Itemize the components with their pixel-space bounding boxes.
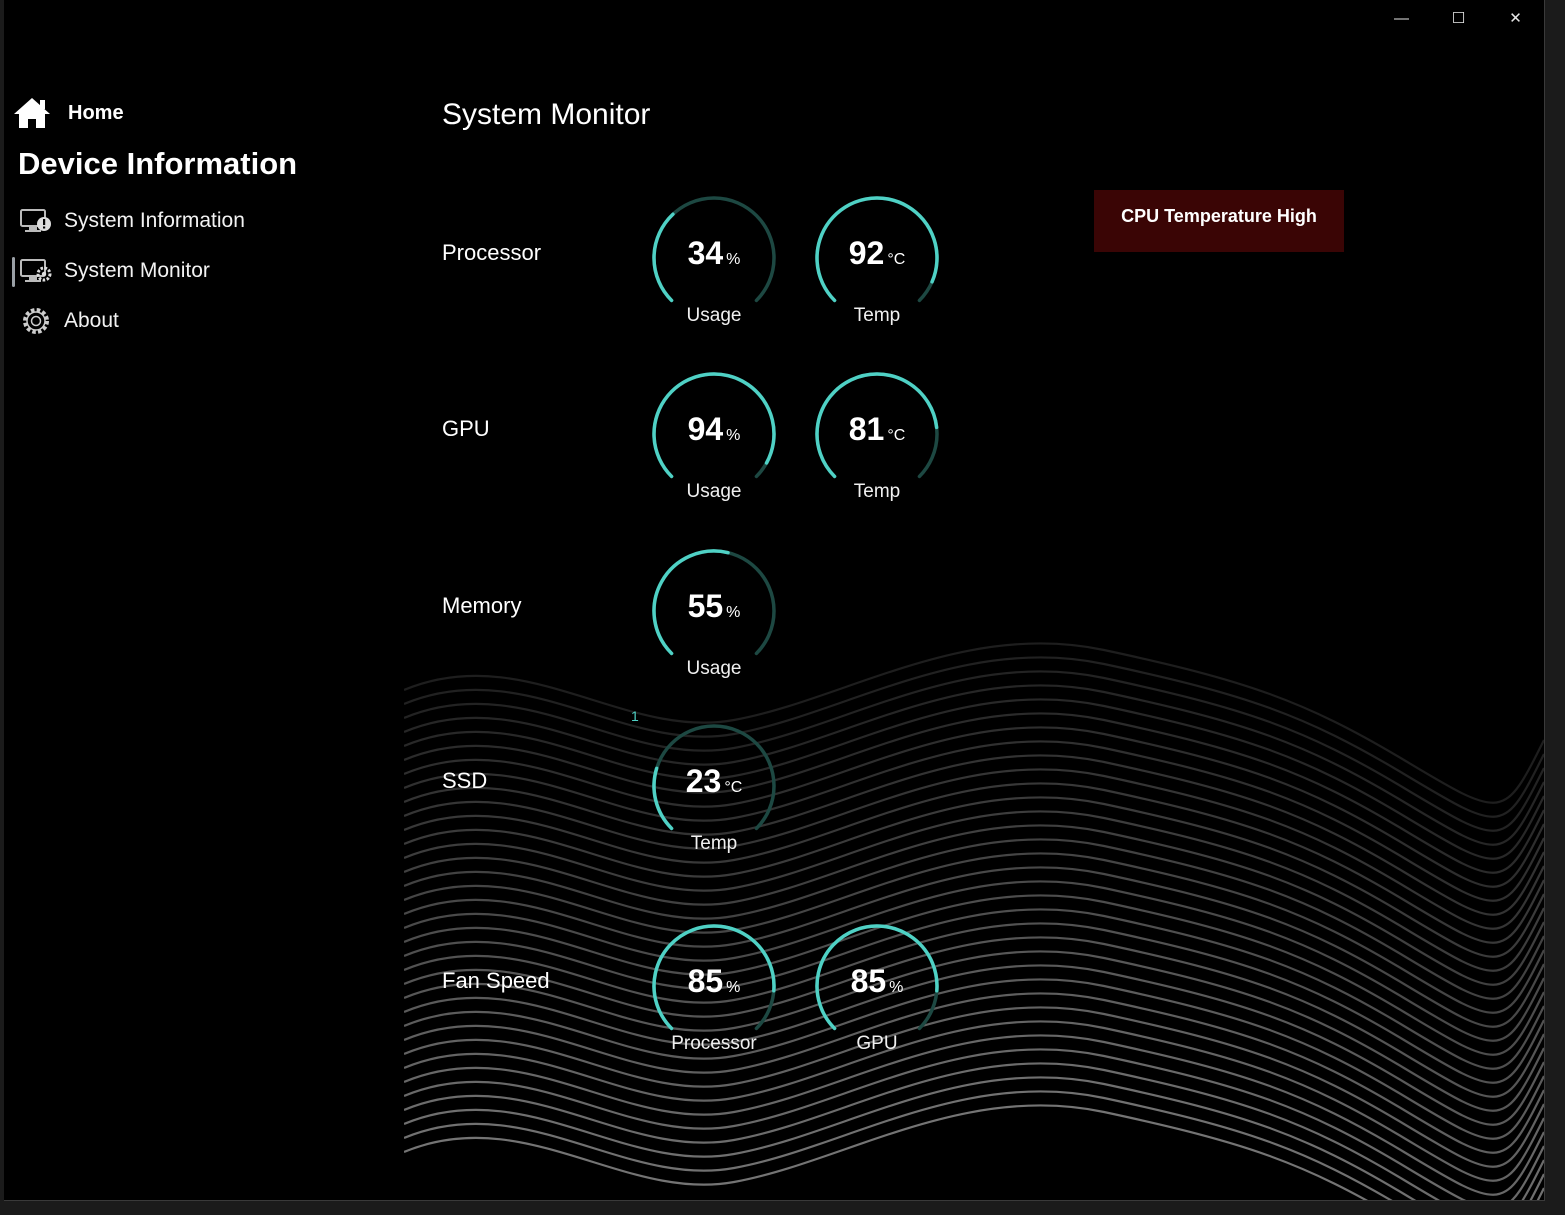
gauge-gpu-temp: 81 °C Temp	[812, 371, 942, 521]
gauge-fan-gpu: 85% GPU	[812, 923, 942, 1073]
gauge-value: 81	[848, 411, 885, 447]
gauge-value: 23	[685, 763, 722, 799]
wave-line	[404, 950, 1544, 1112]
gauge-value: 92	[848, 235, 885, 271]
nav-item-label: System Information	[64, 209, 245, 232]
gauge-unit: °C	[887, 251, 906, 268]
maximize-button[interactable]: ☐	[1430, 0, 1487, 36]
wave-line	[404, 908, 1544, 1070]
wave-line	[404, 866, 1544, 1028]
gauge-unit: %	[726, 427, 741, 444]
wave-line	[404, 810, 1544, 972]
cpu-temperature-alert: CPU Temperature High	[1094, 190, 1344, 252]
row-label-ssd: SSD	[442, 768, 488, 793]
wave-line	[404, 768, 1544, 930]
row-label-processor: Processor	[442, 240, 542, 265]
gauge-value: 85	[687, 963, 724, 999]
gauge-value: 34	[687, 235, 724, 271]
monitor-gear-icon	[20, 259, 52, 282]
nav-item-label: System Monitor	[64, 259, 210, 282]
wave-line	[404, 922, 1544, 1084]
wave-line	[404, 670, 1544, 832]
wave-line	[404, 838, 1544, 1000]
gauge-value: 94	[687, 411, 724, 447]
gauge-caption: Temp	[853, 305, 901, 326]
row-label-gpu: GPU	[442, 416, 490, 441]
close-button[interactable]: ✕	[1487, 0, 1544, 36]
wave-line	[404, 740, 1544, 902]
gauge-unit: %	[889, 979, 904, 996]
wave-line	[404, 964, 1544, 1126]
background-waves	[404, 642, 1544, 1200]
home-icon	[14, 98, 50, 128]
wave-line	[404, 698, 1544, 860]
nav-item-system-monitor[interactable]: System Monitor	[12, 255, 210, 287]
gauge-unit: %	[726, 979, 741, 996]
ssd-index: 1	[631, 708, 639, 724]
wave-line	[404, 992, 1544, 1154]
wave-line	[404, 1076, 1544, 1200]
wave-line	[404, 726, 1544, 888]
wave-line	[404, 1048, 1544, 1200]
monitor-info-icon	[20, 209, 51, 232]
wave-line	[404, 880, 1544, 1042]
gauge-memory-usage: 55% Usage	[649, 548, 779, 698]
gauge-caption: Processor	[671, 1033, 757, 1054]
gauge-gpu-usage: 94% Usage	[649, 371, 779, 521]
gauge-processor-temp: 92 °C Temp	[812, 195, 942, 345]
gauge-unit: °C	[724, 779, 743, 796]
wave-line	[404, 1062, 1544, 1200]
gauge-caption: Usage	[686, 658, 742, 679]
page-title: System Monitor	[442, 98, 651, 131]
gauge-caption: Temp	[690, 833, 738, 854]
wave-line	[404, 978, 1544, 1140]
app-window: — ☐ ✕ Home Device Information System Inf…	[4, 0, 1545, 1201]
gauge-caption: Usage	[686, 481, 742, 502]
wave-line	[404, 656, 1544, 818]
wave-line	[404, 1104, 1369, 1200]
wave-line	[404, 642, 1544, 804]
gauge-value: 85	[850, 963, 887, 999]
home-label: Home	[68, 101, 124, 124]
nav-item-system-information[interactable]: System Information	[18, 205, 245, 237]
wave-line	[404, 796, 1544, 958]
nav-item-label: About	[64, 309, 119, 332]
wave-line	[404, 1034, 1544, 1196]
gauge-processor-usage: 34% Usage	[649, 195, 779, 345]
nav-item-about[interactable]: About	[18, 305, 119, 337]
wave-line	[404, 684, 1544, 846]
row-label-fan-speed: Fan Speed	[442, 968, 550, 993]
navigation-pane: Home Device Information System Informati…	[4, 0, 404, 1200]
wave-line	[404, 1020, 1544, 1182]
gauge-unit: %	[726, 251, 741, 268]
gear-icon	[23, 308, 49, 334]
wave-line	[404, 894, 1544, 1056]
minimize-button[interactable]: —	[1373, 0, 1430, 36]
gauge-caption: Usage	[686, 305, 742, 326]
gauge-caption: GPU	[856, 1033, 898, 1054]
wave-line	[404, 936, 1544, 1098]
gauge-ssd-temp: 23 °C Temp	[649, 723, 779, 873]
row-label-memory: Memory	[442, 593, 522, 618]
wave-line	[404, 782, 1544, 944]
wave-line	[404, 712, 1544, 874]
gauge-unit: %	[726, 604, 741, 621]
wave-line	[404, 1006, 1544, 1168]
wave-line	[404, 1090, 1544, 1200]
wave-line	[404, 852, 1544, 1014]
gauge-caption: Temp	[853, 481, 901, 502]
wave-line	[404, 824, 1544, 986]
gauge-value: 55	[687, 588, 724, 624]
window-controls: — ☐ ✕	[1373, 0, 1544, 36]
gauge-unit: °C	[887, 427, 906, 444]
gauge-fan-processor: 85% Processor	[649, 923, 779, 1073]
home-button[interactable]: Home	[12, 96, 124, 130]
wave-line	[404, 754, 1544, 916]
section-title: Device Information	[18, 146, 298, 181]
